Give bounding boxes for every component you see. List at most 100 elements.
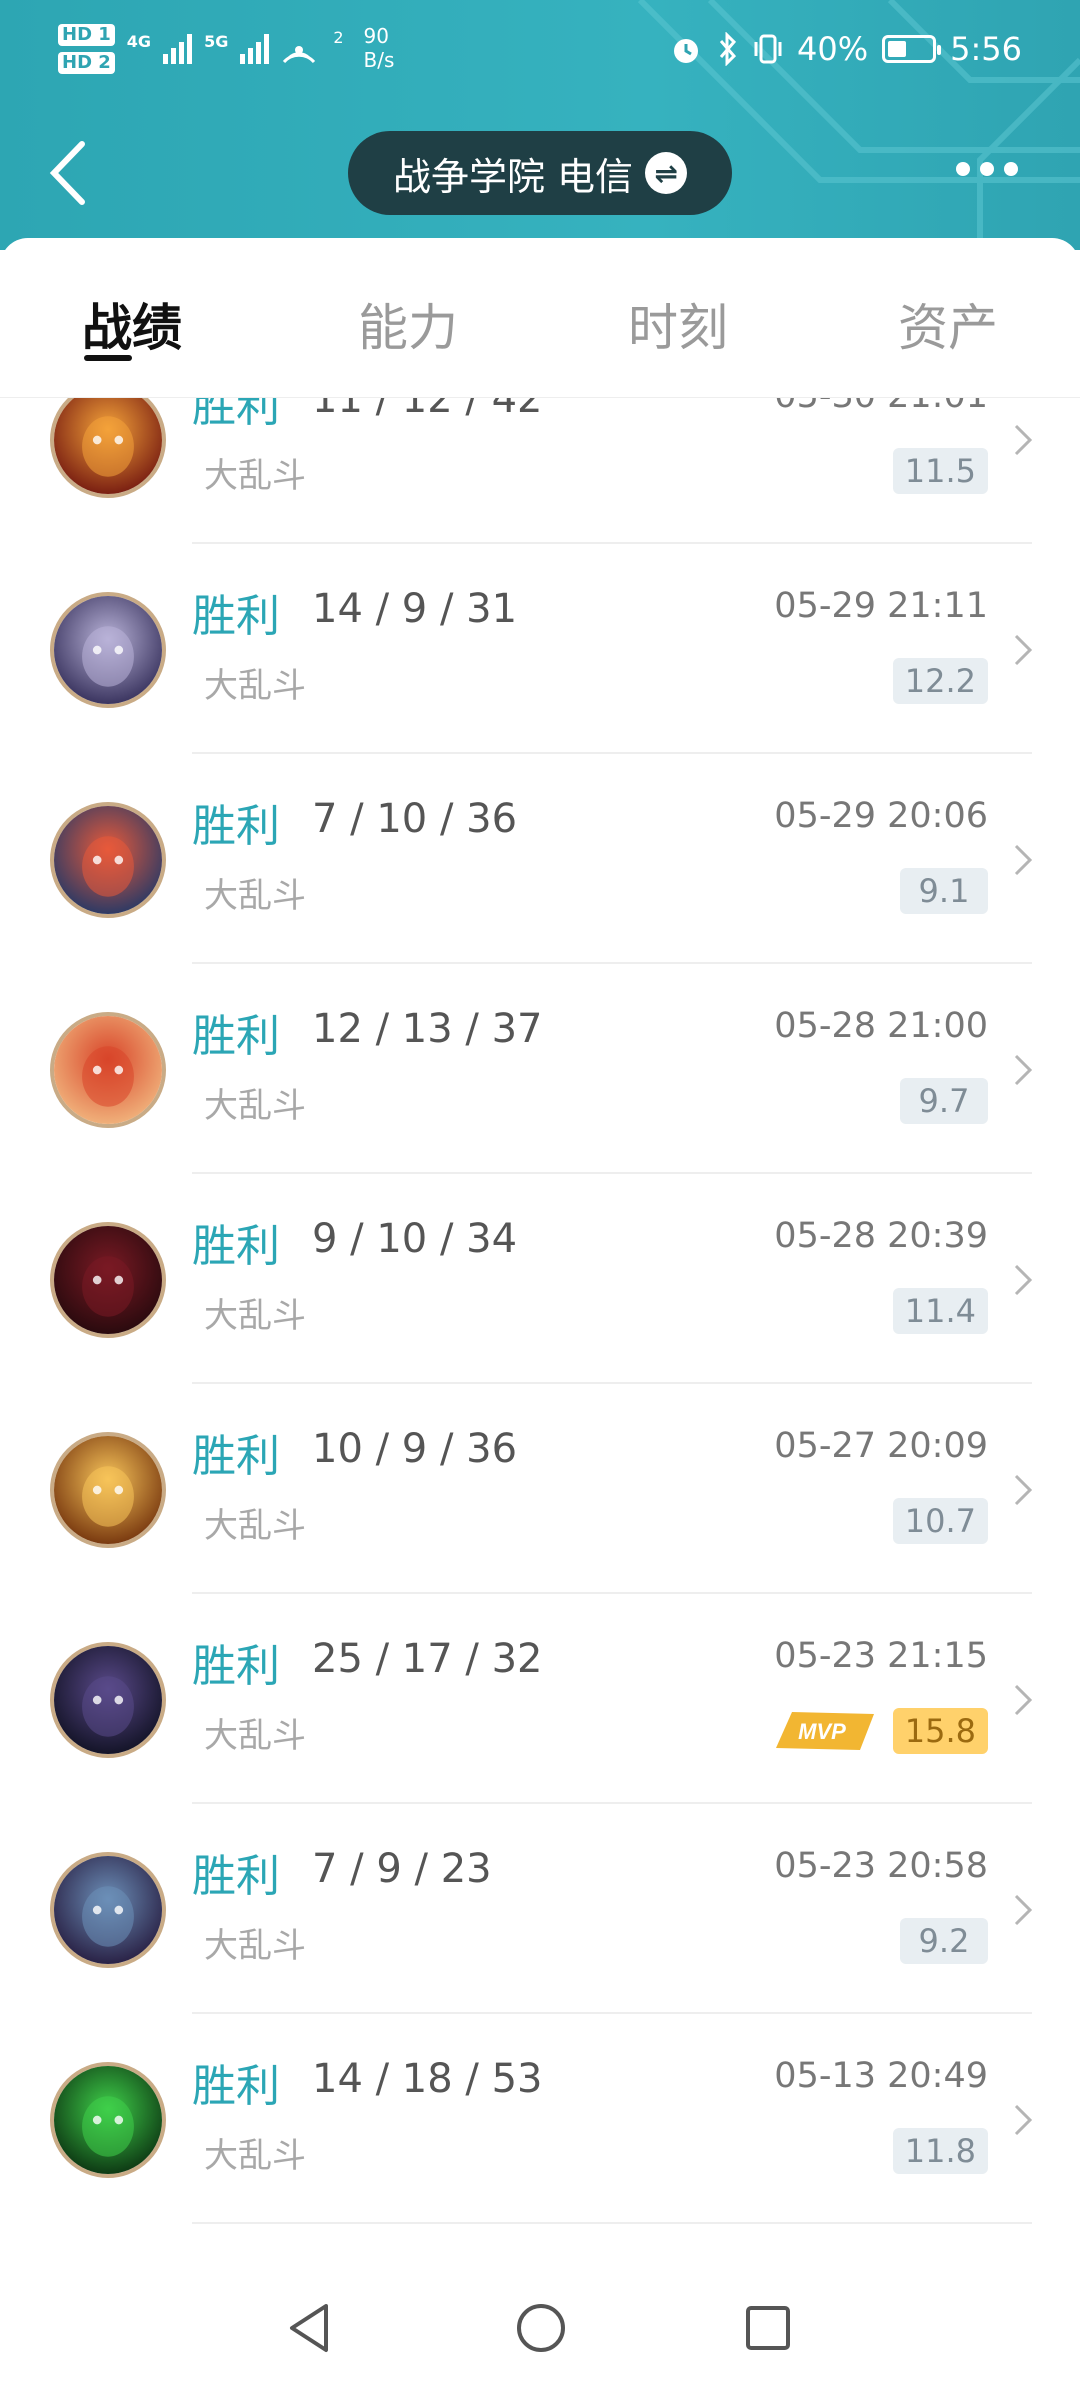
battery-icon [882, 35, 942, 63]
champion-avatar [50, 1852, 166, 1968]
mvp-label: MVP [798, 1719, 846, 1744]
tab-bar: 战绩 能力 时刻 资产 [0, 238, 1080, 398]
match-score-badge: 9.1 [900, 868, 988, 914]
match-row[interactable]: 胜利 7 / 10 / 36 大乱斗 05-29 20:06 9.1 [0, 754, 1080, 964]
match-result: 胜利 [192, 1851, 280, 1902]
nav-recents-icon[interactable] [740, 2298, 796, 2358]
match-score-badge: 15.8 [892, 1708, 988, 1754]
match-time: 05-29 20:06 [774, 796, 988, 836]
server-switch-button[interactable]: 战争学院 电信 ⇌ [348, 131, 732, 215]
chevron-right-icon [1014, 1684, 1033, 1716]
match-result: 胜利 [192, 1431, 280, 1482]
match-row[interactable]: 胜利 14 / 18 / 53 大乱斗 05-13 20:49 11.8 [0, 2014, 1080, 2224]
match-score-badge: 9.7 [900, 1078, 988, 1124]
match-time: 05-30 21:01 [774, 396, 988, 416]
match-result: 胜利 [192, 1221, 280, 1272]
match-row[interactable]: 胜利 7 / 9 / 23 大乱斗 05-23 20:58 9.2 [0, 1804, 1080, 2014]
net-speed-value: 90 [363, 24, 389, 48]
chevron-right-icon [1014, 634, 1033, 666]
more-icon[interactable] [956, 162, 1018, 176]
match-kda: 14 / 18 / 53 [312, 2056, 543, 2102]
net-speed: 90 B/s [364, 24, 395, 72]
match-list[interactable]: 胜利 11 / 12 / 42 大乱斗 05-30 21:01 11.5 胜利 14 / 9… [0, 396, 1080, 2268]
wifi-hotspot-icon [283, 46, 316, 64]
champion-avatar [50, 1222, 166, 1338]
battery-percent: 40% [797, 30, 869, 68]
champion-avatar [50, 1432, 166, 1548]
network-4g-label: 4G [126, 32, 152, 51]
match-row[interactable]: 胜利 11 / 12 / 42 大乱斗 05-30 21:01 11.5 [0, 396, 1080, 544]
match-kda: 10 / 9 / 36 [312, 1426, 518, 1472]
match-mode: 大乱斗 [204, 666, 306, 706]
match-result: 胜利 [192, 2260, 280, 2268]
match-kda: 7 / 9 / 23 [312, 1846, 492, 1892]
match-kda: 11 / 12 / 42 [312, 396, 543, 422]
status-bar: HD 1 HD 2 4G 5G 2 90 B/s 40% 5:56 [0, 0, 1080, 110]
chevron-right-icon [1014, 844, 1033, 876]
header-title: 战争学院 电信 [392, 154, 634, 199]
match-row[interactable]: 胜利 10 / 9 / 36 大乱斗 05-27 20:09 10.7 [0, 1384, 1080, 1594]
champion-avatar [50, 592, 166, 708]
nav-back-icon[interactable] [282, 2298, 338, 2358]
match-kda: 25 / 17 / 32 [312, 1636, 543, 1682]
match-mode: 大乱斗 [204, 1926, 306, 1966]
champion-avatar [50, 396, 166, 498]
match-row[interactable]: 胜利 12 / 13 / 37 大乱斗 05-28 21:00 9.7 [0, 964, 1080, 1174]
tab-record[interactable]: 战绩 [82, 288, 182, 360]
app-header: HD 1 HD 2 4G 5G 2 90 B/s 40% 5:56 战争学院 电… [0, 0, 1080, 250]
tab-assets[interactable]: 资产 [898, 288, 998, 360]
system-nav-bar [0, 2268, 1080, 2388]
swap-icon: ⇌ [645, 152, 688, 194]
mvp-badge-icon: MVP [776, 1712, 874, 1750]
match-result: 胜利 [192, 2061, 280, 2112]
match-time: 05-13 20:49 [774, 2056, 988, 2096]
match-score-badge: 9.2 [900, 1918, 988, 1964]
match-row[interactable]: 胜利 14 / 9 / 31 大乱斗 05-29 21:11 12.2 [0, 544, 1080, 754]
champion-avatar [50, 1642, 166, 1758]
match-kda: 12 / 13 / 37 [312, 1006, 543, 1052]
hd2-badge: HD 2 [58, 52, 115, 74]
back-arrow-icon[interactable] [44, 138, 94, 208]
match-mode: 大乱斗 [204, 1716, 306, 1756]
wifi-count: 2 [333, 28, 344, 47]
match-result: 胜利 [192, 801, 280, 852]
match-score-badge: 11.4 [892, 1288, 988, 1334]
network-5g-label: 5G [204, 32, 229, 51]
nav-home-icon[interactable] [513, 2298, 569, 2358]
match-row[interactable]: 胜利 9 / 10 / 34 大乱斗 05-28 20:39 11.4 [0, 1174, 1080, 1384]
signal-bars-icon [240, 32, 270, 64]
tab-ability[interactable]: 能力 [358, 288, 458, 360]
match-result: 胜利 [192, 1641, 280, 1692]
match-time: 05-28 21:00 [774, 1006, 988, 1046]
chevron-right-icon [1014, 2104, 1033, 2136]
chevron-right-icon [1014, 1264, 1033, 1296]
match-time: 05-28 20:39 [774, 1216, 988, 1256]
match-result: 胜利 [192, 396, 280, 432]
chevron-right-icon [1014, 1054, 1033, 1086]
match-score-badge: 11.8 [892, 2128, 988, 2174]
tab-moments[interactable]: 时刻 [628, 288, 728, 360]
match-score-badge: 10.7 [892, 1498, 988, 1544]
chevron-right-icon [1014, 1894, 1033, 1926]
champion-avatar [50, 1012, 166, 1128]
match-time: 05-23 21:15 [774, 1636, 988, 1676]
vibrate-icon [754, 34, 782, 64]
match-kda: 9 / 10 / 34 [312, 1216, 518, 1262]
match-kda: 14 / 9 / 31 [312, 586, 518, 632]
champion-avatar [50, 802, 166, 918]
match-time: 05-23 20:58 [774, 1846, 988, 1886]
match-row[interactable]: 胜利5 / 5 / 21大乱斗05-10 21:05 [0, 2224, 1080, 2268]
signal-bars-icon [163, 32, 193, 64]
match-row[interactable]: 胜利 25 / 17 / 32 大乱斗 05-23 21:15 15.8 MVP [0, 1594, 1080, 1804]
bluetooth-icon [719, 32, 737, 66]
match-mode: 大乱斗 [204, 1296, 306, 1336]
alarm-icon [674, 39, 699, 63]
match-time: 05-29 21:11 [774, 586, 988, 626]
match-mode: 大乱斗 [204, 456, 306, 496]
chevron-right-icon [1014, 1474, 1033, 1506]
match-mode: 大乱斗 [204, 2136, 306, 2176]
hd1-badge: HD 1 [58, 24, 115, 46]
active-tab-indicator [84, 355, 132, 361]
match-result: 胜利 [192, 591, 280, 642]
chevron-right-icon [1014, 424, 1033, 456]
